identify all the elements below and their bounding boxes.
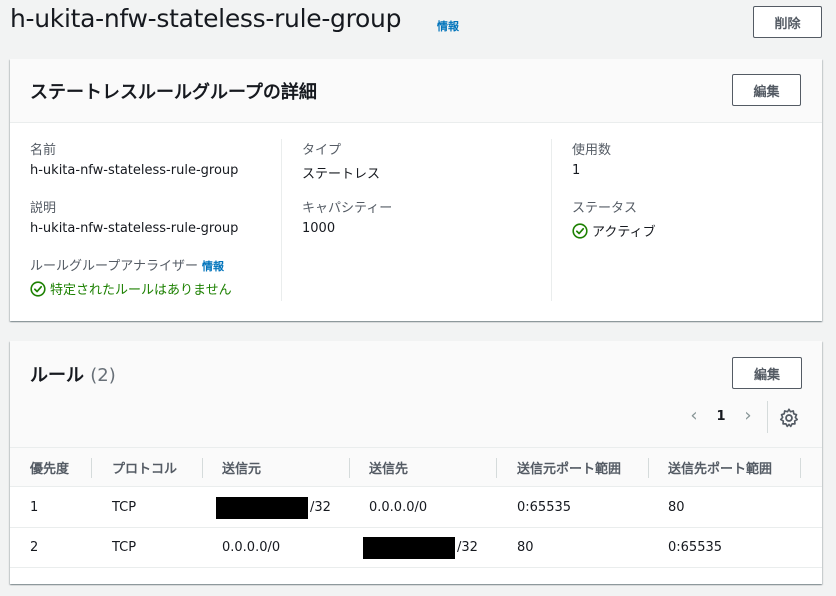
status-label: ステータス bbox=[572, 201, 638, 216]
description-value: h-ukita-nfw-stateless-rule-group bbox=[30, 221, 239, 236]
column-divider bbox=[281, 139, 282, 301]
rules-table-header: 優先度 プロトコル 送信元 送信先 送信元ポート範囲 送信先ポート範囲 bbox=[10, 447, 822, 487]
column-divider bbox=[551, 139, 552, 301]
column-separator bbox=[648, 458, 649, 478]
chevron-left-icon[interactable]: ‹ bbox=[684, 405, 704, 431]
column-separator bbox=[496, 458, 497, 478]
status-positive-icon bbox=[30, 280, 46, 297]
usage-label: 使用数 bbox=[572, 143, 612, 158]
rules-panel-header: ルール (2) 編集 ‹ 1 › bbox=[10, 341, 822, 447]
capacity-value: 1000 bbox=[302, 221, 336, 236]
cell-source: 0.0.0.0/0 bbox=[222, 540, 281, 555]
cell-destination-ports: 80 bbox=[668, 500, 685, 515]
redacted-block bbox=[363, 536, 455, 559]
column-header-protocol[interactable]: プロトコル bbox=[112, 448, 177, 486]
cell-priority: 1 bbox=[30, 500, 39, 515]
column-separator bbox=[91, 458, 92, 478]
column-separator bbox=[202, 458, 203, 478]
cell-source-text: /32 bbox=[310, 500, 331, 515]
name-value: h-ukita-nfw-stateless-rule-group bbox=[30, 163, 239, 178]
status-positive-icon bbox=[572, 222, 588, 239]
usage-value: 1 bbox=[572, 163, 581, 178]
type-label: タイプ bbox=[302, 143, 342, 158]
column-separator bbox=[349, 458, 350, 478]
rule-group-details-panel: ステートレスルールグループの詳細 編集 名前 h-ukita-nfw-state… bbox=[10, 59, 822, 321]
details-edit-button[interactable]: 編集 bbox=[732, 74, 801, 106]
column-separator bbox=[800, 458, 801, 478]
cell-destination: /32 bbox=[363, 528, 478, 567]
delete-button[interactable]: 削除 bbox=[753, 6, 822, 38]
analyzer-label-text: ルールグループアナライザー bbox=[30, 259, 198, 274]
details-panel-title: ステートレスルールグループの詳細 bbox=[30, 82, 317, 103]
type-value: ステートレス bbox=[302, 167, 381, 182]
cell-destination-ports: 0:65535 bbox=[668, 540, 723, 555]
title-info-link[interactable]: 情報 bbox=[437, 18, 459, 34]
page-number[interactable]: 1 bbox=[714, 409, 728, 435]
name-label: 名前 bbox=[30, 143, 57, 158]
column-header-source-ports[interactable]: 送信元ポート範囲 bbox=[517, 448, 621, 486]
rules-edit-button[interactable]: 編集 bbox=[732, 357, 802, 389]
chevron-right-icon[interactable]: › bbox=[738, 405, 758, 431]
cell-source-ports: 80 bbox=[517, 540, 534, 555]
page-header: h-ukita-nfw-stateless-rule-group 情報 削除 bbox=[0, 0, 836, 44]
description-label: 説明 bbox=[30, 201, 57, 216]
cell-protocol: TCP bbox=[112, 500, 137, 515]
pager-separator bbox=[767, 401, 768, 433]
column-header-source[interactable]: 送信元 bbox=[222, 448, 261, 486]
analyzer-status-text: 特定されたルールはありません bbox=[50, 283, 232, 298]
gear-icon[interactable] bbox=[778, 407, 800, 429]
rules-panel-title: ルール (2) bbox=[30, 361, 116, 387]
analyzer-label: ルールグループアナライザー 情報 bbox=[30, 255, 224, 274]
table-row[interactable]: 1 TCP /32 0.0.0.0/0 0:65535 80 bbox=[10, 488, 822, 528]
table-row[interactable]: 2 TCP 0.0.0.0/0 /32 80 0:65535 bbox=[10, 528, 822, 568]
cell-source: /32 bbox=[216, 488, 331, 527]
column-header-priority[interactable]: 優先度 bbox=[30, 448, 69, 486]
analyzer-status: 特定されたルールはありません bbox=[30, 279, 232, 298]
cell-destination: 0.0.0.0/0 bbox=[369, 500, 428, 515]
cell-source-ports: 0:65535 bbox=[517, 500, 572, 515]
rules-title-text: ルール bbox=[30, 365, 84, 386]
rules-panel: ルール (2) 編集 ‹ 1 › 優先度 プロトコル 送信元 送信先 送信元ポー… bbox=[10, 341, 822, 584]
status-value-text: アクティブ bbox=[592, 225, 656, 240]
cell-destination-text: /32 bbox=[457, 540, 478, 555]
cell-priority: 2 bbox=[30, 540, 39, 555]
column-header-destination[interactable]: 送信先 bbox=[369, 448, 408, 486]
capacity-label: キャパシティー bbox=[302, 201, 393, 216]
redacted-block bbox=[216, 496, 308, 519]
analyzer-info-link[interactable]: 情報 bbox=[202, 260, 224, 273]
rules-count: (2) bbox=[90, 365, 116, 386]
status-value: アクティブ bbox=[572, 221, 656, 240]
details-panel-header: ステートレスルールグループの詳細 編集 bbox=[10, 59, 822, 123]
cell-protocol: TCP bbox=[112, 540, 137, 555]
page-title: h-ukita-nfw-stateless-rule-group bbox=[10, 4, 402, 33]
column-header-destination-ports[interactable]: 送信先ポート範囲 bbox=[668, 448, 772, 486]
